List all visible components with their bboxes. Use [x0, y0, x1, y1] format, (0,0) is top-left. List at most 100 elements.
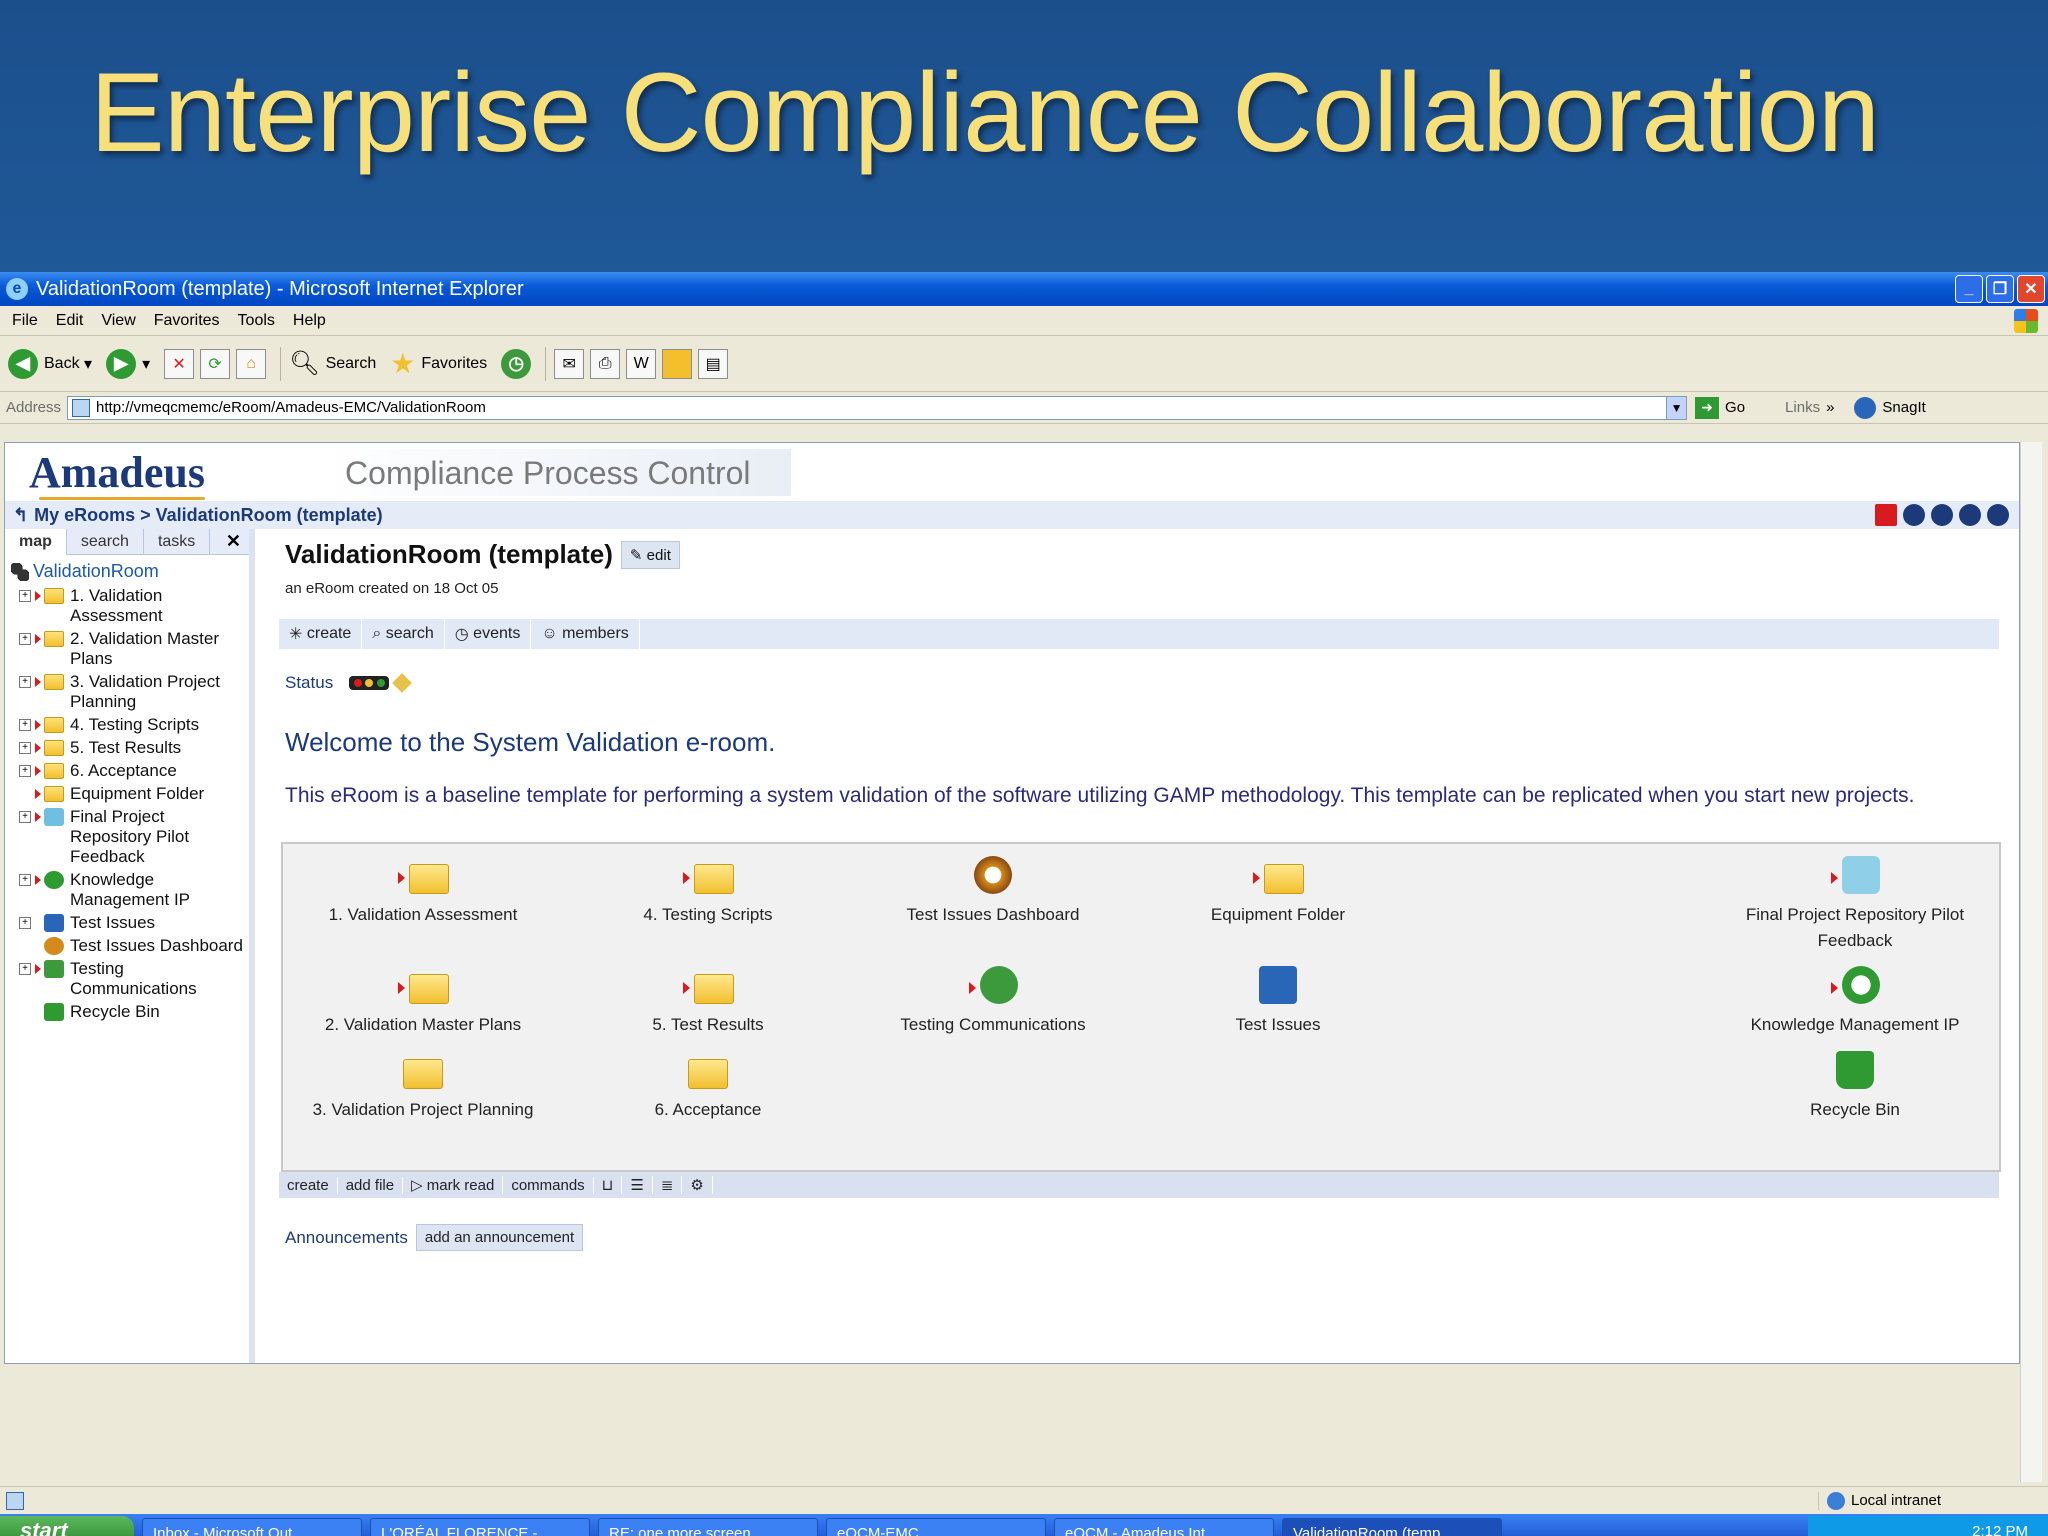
- grid-item[interactable]: Knowledge Management IP: [1720, 964, 1990, 1038]
- tab-search[interactable]: search: [67, 528, 144, 555]
- grid-item[interactable]: Recycle Bin: [1720, 1049, 1990, 1123]
- tab-map[interactable]: map: [5, 528, 67, 555]
- close-icon[interactable]: ✕: [226, 531, 241, 552]
- grid-item[interactable]: Test Issues: [1148, 964, 1408, 1038]
- expand-icon[interactable]: +: [19, 917, 31, 929]
- grid-item[interactable]: 1. Validation Assessment: [293, 854, 553, 928]
- chevron-right-icon[interactable]: »: [1826, 399, 1834, 416]
- traffic-light-icon[interactable]: [349, 676, 390, 690]
- settings-icon[interactable]: ⚙: [682, 1176, 713, 1194]
- expand-icon[interactable]: +: [19, 963, 31, 975]
- add-announcement-button[interactable]: add an announcement: [415, 1224, 584, 1251]
- flag-icon[interactable]: [1875, 504, 1897, 526]
- edit-button[interactable]: ✎ edit: [620, 540, 680, 569]
- mark-read-button[interactable]: ▷ mark read: [403, 1176, 504, 1194]
- links-button[interactable]: Links: [1785, 399, 1820, 416]
- minimize-button[interactable]: _: [1955, 275, 1983, 303]
- breadcrumb-path[interactable]: My eRooms > ValidationRoom (template): [34, 505, 383, 526]
- create-item-button[interactable]: create: [279, 1176, 338, 1194]
- expand-icon[interactable]: +: [19, 811, 31, 823]
- expand-icon[interactable]: +: [19, 742, 31, 754]
- tree-item[interactable]: +3. Validation Project Planning: [19, 672, 249, 712]
- tree-item[interactable]: +5. Test Results: [19, 738, 249, 758]
- taskbar-button[interactable]: RE: one more screen...: [598, 1518, 818, 1536]
- grid-item[interactable]: Test Issues Dashboard: [863, 854, 1123, 928]
- start-button[interactable]: start: [0, 1516, 134, 1536]
- mail-icon[interactable]: ✉: [554, 348, 585, 379]
- grid-item[interactable]: Testing Communications: [863, 964, 1123, 1038]
- menu-help[interactable]: Help: [293, 312, 326, 330]
- chat-icon[interactable]: [1903, 504, 1925, 526]
- tree-item[interactable]: + Knowledge Management IP: [19, 870, 249, 910]
- expand-icon[interactable]: +: [19, 719, 31, 731]
- search-room-button[interactable]: ⌕ search: [362, 619, 445, 649]
- taskbar-button[interactable]: eQCM - Amadeus Int...: [1054, 1518, 1274, 1536]
- tree-root[interactable]: ValidationRoom: [11, 561, 249, 582]
- taskbar-button-active[interactable]: ValidationRoom (temp...: [1282, 1518, 1502, 1536]
- tree-item[interactable]: Equipment Folder: [19, 784, 249, 804]
- detail-view-icon[interactable]: ≣: [653, 1176, 683, 1194]
- snagit-button[interactable]: SnagIt: [1854, 396, 1926, 419]
- home-icon[interactable]: ⌂: [236, 348, 267, 379]
- grid-item[interactable]: 4. Testing Scripts: [578, 854, 838, 928]
- tree-item[interactable]: + Testing Communications: [19, 959, 249, 999]
- events-button[interactable]: ◷ events: [445, 619, 532, 649]
- stop-icon[interactable]: ✕: [164, 348, 195, 379]
- tree-item[interactable]: +4. Testing Scripts: [19, 715, 249, 735]
- favorites-button[interactable]: ★ Favorites: [390, 347, 487, 380]
- taskbar-button[interactable]: Inbox - Microsoft Out...: [142, 1518, 362, 1536]
- back-button[interactable]: ◀ Back ▾: [8, 348, 92, 379]
- go-button[interactable]: ➜ Go: [1695, 396, 1745, 419]
- menu-tools[interactable]: Tools: [238, 312, 275, 330]
- menu-favorites[interactable]: Favorites: [154, 312, 220, 330]
- history-icon[interactable]: ◷: [501, 348, 532, 379]
- grid-item[interactable]: 2. Validation Master Plans: [293, 964, 553, 1038]
- taskbar-button[interactable]: eQCM-EMC: [826, 1518, 1046, 1536]
- commands-button[interactable]: commands: [503, 1176, 594, 1194]
- tree-item[interactable]: Test Issues Dashboard: [19, 936, 249, 956]
- create-button[interactable]: ✳ create: [279, 619, 363, 649]
- tab-tasks[interactable]: tasks: [144, 528, 211, 555]
- menu-file[interactable]: File: [12, 312, 38, 330]
- list-view-icon[interactable]: ☰: [622, 1176, 653, 1194]
- grid-item[interactable]: 3. Validation Project Planning: [293, 1049, 553, 1123]
- close-button[interactable]: ✕: [2017, 275, 2045, 303]
- window-titlebar[interactable]: e ValidationRoom (template) - Microsoft …: [0, 272, 2048, 306]
- help-icon[interactable]: [1959, 504, 1981, 526]
- notes-icon[interactable]: [662, 348, 693, 379]
- grid-item[interactable]: 6. Acceptance: [578, 1049, 838, 1123]
- clock[interactable]: 2:12 PM: [1972, 1523, 2028, 1536]
- tree-item[interactable]: + Final Project Repository Pilot Feedback: [19, 807, 249, 867]
- expand-icon[interactable]: +: [19, 633, 31, 645]
- grid-item[interactable]: Final Project Repository Pilot Feedback: [1720, 854, 1990, 954]
- tree-item[interactable]: +6. Acceptance: [19, 761, 249, 781]
- research-icon[interactable]: ▤: [698, 348, 729, 379]
- tree-item[interactable]: +1. Validation Assessment: [19, 586, 249, 626]
- expand-icon[interactable]: +: [19, 765, 31, 777]
- icon-view-icon[interactable]: ⊔: [594, 1176, 623, 1194]
- expand-icon[interactable]: +: [19, 874, 31, 886]
- grid-item[interactable]: Equipment Folder: [1148, 854, 1408, 928]
- add-file-button[interactable]: add file: [338, 1176, 404, 1194]
- vertical-scrollbar[interactable]: [2020, 442, 2042, 1482]
- taskbar-button[interactable]: L'ORÉAL FLORENCE -...: [370, 1518, 590, 1536]
- menu-edit[interactable]: Edit: [56, 312, 84, 330]
- security-zone[interactable]: Local intranet: [1818, 1491, 2008, 1510]
- tree-item[interactable]: + Test Issues: [19, 913, 249, 933]
- tree-item[interactable]: Recycle Bin: [19, 1002, 249, 1022]
- user-icon[interactable]: [1987, 504, 2009, 526]
- shortcut-icon[interactable]: [1931, 504, 1953, 526]
- forward-button[interactable]: ▶ ▾: [106, 348, 150, 379]
- print-icon[interactable]: ⎙: [590, 348, 621, 379]
- grid-item[interactable]: 5. Test Results: [578, 964, 838, 1038]
- edit-word-icon[interactable]: W: [626, 348, 657, 379]
- restore-button[interactable]: ❐: [1986, 275, 2014, 303]
- pencil-icon[interactable]: [392, 673, 413, 693]
- tree-item[interactable]: +2. Validation Master Plans: [19, 629, 249, 669]
- expand-icon[interactable]: +: [19, 590, 31, 602]
- address-input[interactable]: http://vmeqcmemc/eRoom/Amadeus-EMC/Valid…: [67, 395, 1688, 420]
- menu-view[interactable]: View: [101, 312, 135, 330]
- members-button[interactable]: ☺ members: [531, 619, 640, 649]
- up-arrow-icon[interactable]: ↰: [13, 505, 28, 526]
- expand-icon[interactable]: +: [19, 676, 31, 688]
